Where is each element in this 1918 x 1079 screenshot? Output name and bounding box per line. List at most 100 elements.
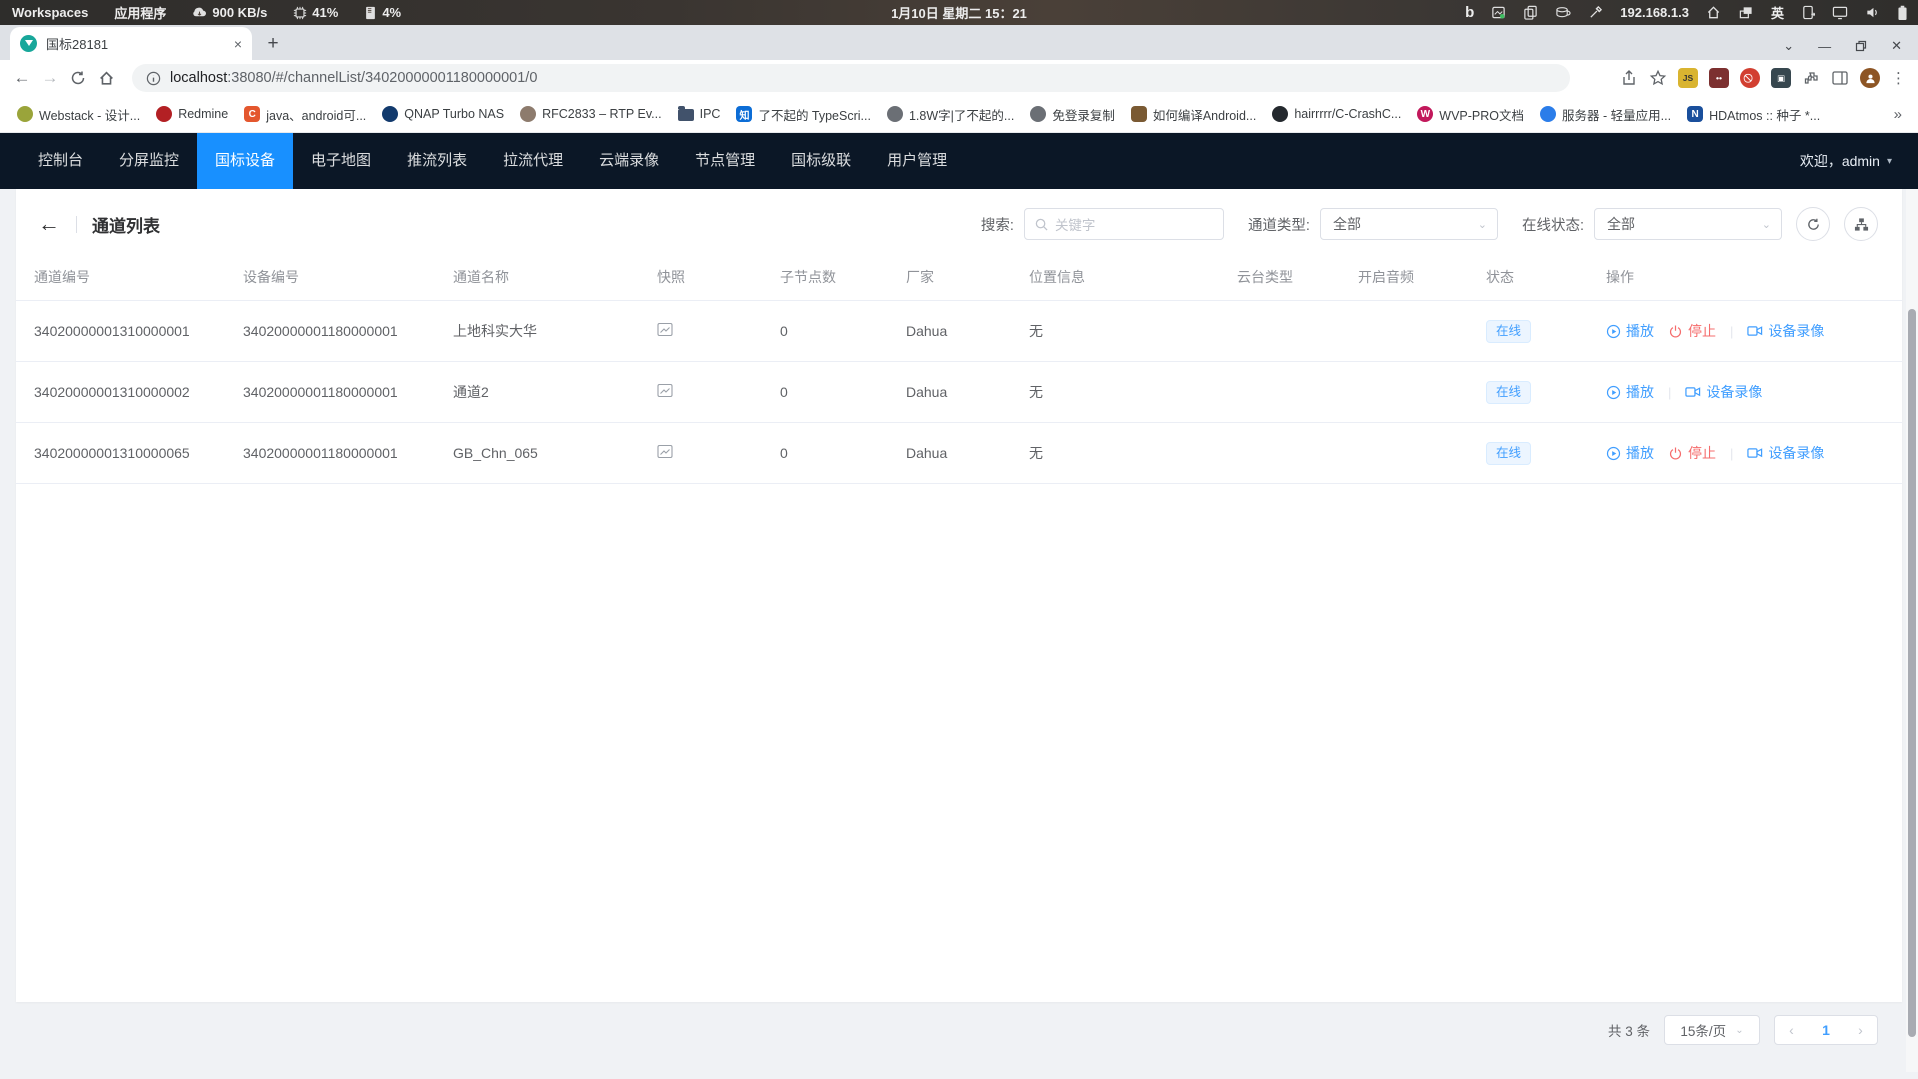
windows-tray-icon[interactable] xyxy=(1738,5,1754,20)
site-info-icon[interactable] xyxy=(146,71,161,86)
prev-page-button[interactable]: ‹ xyxy=(1789,1022,1794,1038)
bookmark-item[interactable]: NHDAtmos :: 种子 *... xyxy=(1680,101,1827,128)
clipboard-tray-icon[interactable] xyxy=(1523,5,1538,20)
input-language-indicator[interactable]: 英 xyxy=(1771,3,1784,22)
bookmark-star-icon[interactable] xyxy=(1649,69,1667,87)
power-stop-icon xyxy=(1668,446,1683,461)
channel-id-cell: 34020000001310000002 xyxy=(16,384,225,400)
home-button[interactable] xyxy=(92,64,120,92)
location-cell: 无 xyxy=(1011,443,1219,463)
bookmark-label: 1.8W字|了不起的... xyxy=(909,105,1014,124)
vendor-cell: Dahua xyxy=(888,323,1011,339)
coffee-tray-icon[interactable] xyxy=(1555,5,1571,20)
tab-search-icon[interactable]: ⌄ xyxy=(1783,38,1794,54)
display-tray-icon[interactable] xyxy=(1832,5,1848,20)
browser-menu-icon[interactable]: ⋮ xyxy=(1891,69,1906,87)
nav-item-3[interactable]: 国标设备 xyxy=(197,133,293,189)
nav-item-10[interactable]: 用户管理 xyxy=(869,133,965,189)
extension-mask-icon[interactable]: •• xyxy=(1709,68,1729,88)
nav-item-4[interactable]: 电子地图 xyxy=(293,133,389,189)
forward-button[interactable]: → xyxy=(36,64,64,92)
home-tray-icon[interactable] xyxy=(1706,5,1721,20)
search-placeholder: 关键字 xyxy=(1055,214,1096,234)
device-record-button[interactable]: 设备录像 xyxy=(1747,443,1824,463)
device-record-button[interactable]: 设备录像 xyxy=(1685,382,1762,402)
url-address-bar[interactable]: localhost:38080/#/channelList/3402000000… xyxy=(132,64,1570,92)
window-close-button[interactable]: ✕ xyxy=(1891,38,1902,54)
tab-close-icon[interactable]: × xyxy=(234,37,242,51)
nav-item-6[interactable]: 拉流代理 xyxy=(485,133,581,189)
page-title: 通道列表 xyxy=(92,212,160,237)
browser-tab[interactable]: 国标28181 × xyxy=(10,27,252,60)
play-button[interactable]: 播放 xyxy=(1606,382,1654,402)
nav-item-7[interactable]: 云端录像 xyxy=(581,133,677,189)
play-button[interactable]: 播放 xyxy=(1606,321,1654,341)
clock[interactable]: 1月10日 星期二 15：21 xyxy=(891,3,1027,22)
play-icon xyxy=(1606,385,1621,400)
next-page-button[interactable]: › xyxy=(1858,1022,1863,1038)
battery-tray-icon[interactable] xyxy=(1897,5,1908,21)
side-panel-icon[interactable] xyxy=(1831,69,1849,87)
scrollbar-thumb[interactable] xyxy=(1908,309,1916,1037)
extension-adblock-icon[interactable]: ⃠ xyxy=(1740,68,1760,88)
extension-capture-icon[interactable]: ▣ xyxy=(1771,68,1791,88)
bookmarks-overflow-icon[interactable]: » xyxy=(1894,106,1908,123)
record-camera-icon xyxy=(1685,385,1701,399)
extensions-puzzle-icon[interactable] xyxy=(1802,69,1820,87)
color-picker-tray-icon[interactable] xyxy=(1588,5,1603,20)
phone-link-tray-icon[interactable] xyxy=(1801,5,1815,20)
ip-address[interactable]: 192.168.1.3 xyxy=(1620,5,1689,20)
bookmark-item[interactable]: QNAP Turbo NAS xyxy=(375,102,511,126)
bookmark-item[interactable]: Redmine xyxy=(149,102,235,126)
page-size-select[interactable]: 15条/页 ⌄ xyxy=(1664,1015,1760,1045)
extension-js-icon[interactable]: JS xyxy=(1678,68,1698,88)
window-minimize-button[interactable]: — xyxy=(1818,39,1831,54)
bookmark-item[interactable]: IPC xyxy=(671,103,728,125)
play-button[interactable]: 播放 xyxy=(1606,443,1654,463)
nav-item-9[interactable]: 国标级联 xyxy=(773,133,869,189)
bookmark-item[interactable]: 免登录复制 xyxy=(1023,101,1122,128)
stop-button[interactable]: 停止 xyxy=(1668,321,1716,341)
tree-view-button[interactable] xyxy=(1844,207,1878,241)
bookmark-item[interactable]: 1.8W字|了不起的... xyxy=(880,101,1021,128)
network-speed-indicator[interactable]: 900 KB/s xyxy=(192,5,267,20)
cpu-usage-indicator[interactable]: 41% xyxy=(293,5,338,20)
nav-item-1[interactable]: 控制台 xyxy=(20,133,101,189)
search-input[interactable]: 关键字 xyxy=(1024,208,1224,240)
column-header: 云台类型 xyxy=(1219,267,1340,287)
user-menu[interactable]: 欢迎，admin ▾ xyxy=(1800,151,1918,171)
screenshot-tray-icon[interactable] xyxy=(1491,5,1506,20)
nav-item-5[interactable]: 推流列表 xyxy=(389,133,485,189)
channel-type-select[interactable]: 全部 ⌄ xyxy=(1320,208,1498,240)
reload-button[interactable] xyxy=(64,64,92,92)
window-restore-button[interactable] xyxy=(1855,40,1867,52)
bookmark-item[interactable]: hairrrrr/C-CrashC... xyxy=(1265,102,1408,126)
workspaces-button[interactable]: Workspaces xyxy=(12,5,88,20)
memory-usage-indicator[interactable]: 4% xyxy=(364,5,401,20)
bookmark-item[interactable]: Webstack - 设计... xyxy=(10,101,147,128)
bookmark-item[interactable]: RFC2833 – RTP Ev... xyxy=(513,102,669,126)
bookmark-item[interactable]: 服务器 - 轻量应用... xyxy=(1533,101,1678,128)
refresh-button[interactable] xyxy=(1796,207,1830,241)
snapshot-cell xyxy=(639,322,762,340)
bing-tray-icon[interactable]: b xyxy=(1465,5,1474,20)
new-tab-button[interactable]: + xyxy=(260,31,286,57)
device-record-button[interactable]: 设备录像 xyxy=(1747,321,1824,341)
applications-menu[interactable]: 应用程序 xyxy=(114,3,166,22)
bookmark-item[interactable]: 知了不起的 TypeScri... xyxy=(729,101,878,128)
volume-tray-icon[interactable] xyxy=(1865,5,1880,20)
scrollbar-track[interactable] xyxy=(1906,189,1918,1072)
profile-avatar[interactable] xyxy=(1860,68,1880,88)
bookmark-item[interactable]: Cjava、android可... xyxy=(237,101,373,128)
nav-item-8[interactable]: 节点管理 xyxy=(677,133,773,189)
stop-button[interactable]: 停止 xyxy=(1668,443,1716,463)
share-icon[interactable] xyxy=(1620,69,1638,87)
bookmark-item[interactable]: WWVP-PRO文档 xyxy=(1410,101,1531,128)
back-button[interactable]: ← xyxy=(8,64,36,92)
back-arrow-button[interactable]: ← xyxy=(38,213,60,235)
bookmark-item[interactable]: 如何编译Android... xyxy=(1124,101,1264,128)
bookmark-label: Redmine xyxy=(178,107,228,121)
current-page-button[interactable]: 1 xyxy=(1822,1022,1830,1038)
nav-item-2[interactable]: 分屏监控 xyxy=(101,133,197,189)
online-status-select[interactable]: 全部 ⌄ xyxy=(1594,208,1782,240)
